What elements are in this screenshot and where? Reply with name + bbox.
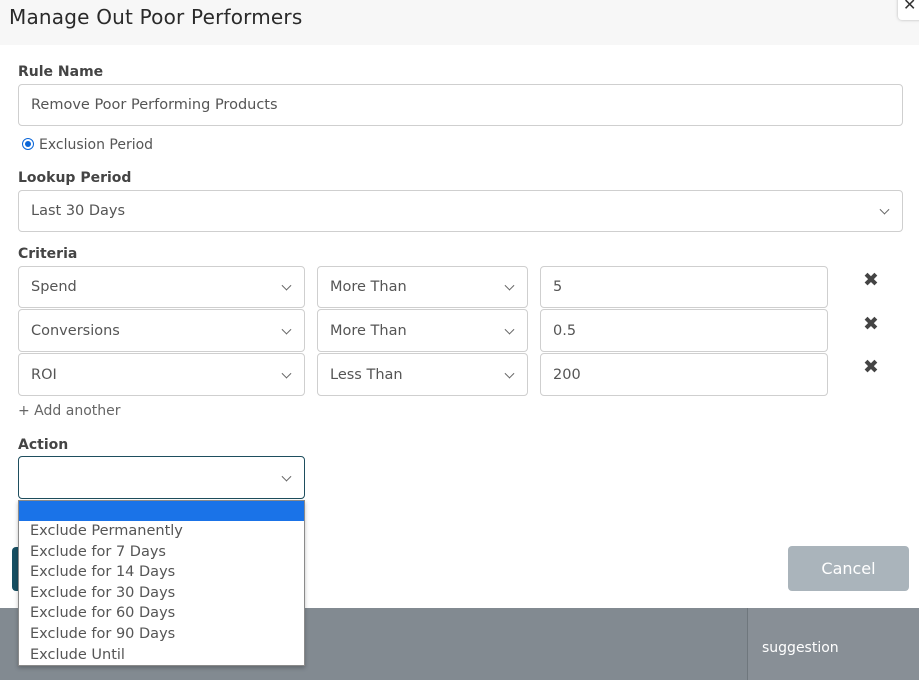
- rule-name-label: Rule Name: [18, 64, 104, 80]
- criteria-value-input[interactable]: 0.5: [540, 309, 828, 352]
- action-select[interactable]: [18, 456, 305, 499]
- chevron-down-icon: [281, 368, 292, 379]
- remove-criteria-icon[interactable]: ✖: [863, 314, 879, 334]
- lookup-period-label: Lookup Period: [18, 170, 132, 186]
- criteria-metric-select[interactable]: Conversions: [18, 309, 305, 352]
- remove-criteria-icon[interactable]: ✖: [863, 270, 879, 290]
- chevron-down-icon: [281, 324, 292, 335]
- modal-title: Manage Out Poor Performers: [9, 5, 303, 29]
- criteria-label: Criteria: [18, 246, 78, 262]
- chevron-down-icon: [504, 280, 515, 291]
- remove-criteria-icon[interactable]: ✖: [863, 357, 879, 377]
- action-option[interactable]: Exclude for 60 Days: [19, 603, 304, 624]
- criteria-value-input[interactable]: 5: [540, 266, 828, 308]
- exclusion-period-radio[interactable]: [22, 138, 34, 150]
- criteria-operator-select[interactable]: More Than: [317, 309, 528, 352]
- criteria-metric-select[interactable]: ROI: [18, 353, 305, 396]
- criteria-value-input[interactable]: 200: [540, 353, 828, 396]
- lookup-period-value: Last 30 Days: [31, 203, 126, 219]
- criteria-operator-select[interactable]: Less Than: [317, 353, 528, 396]
- chevron-down-icon: [504, 324, 515, 335]
- lookup-period-select[interactable]: Last 30 Days: [18, 190, 903, 232]
- criteria-metric-value: ROI: [31, 366, 57, 383]
- chevron-down-icon: [504, 368, 515, 379]
- rule-name-value: Remove Poor Performing Products: [31, 97, 278, 113]
- criteria-value: 200: [553, 366, 581, 383]
- criteria-operator-select[interactable]: More Than: [317, 266, 528, 308]
- criteria-metric-value: Spend: [31, 279, 77, 295]
- exclusion-period-label: Exclusion Period: [39, 137, 154, 153]
- add-another-link[interactable]: + Add another: [18, 403, 120, 419]
- criteria-value: 0.5: [553, 322, 577, 339]
- action-label: Action: [18, 437, 69, 453]
- chevron-down-icon: [281, 471, 292, 482]
- action-option[interactable]: Exclude for 14 Days: [19, 562, 304, 583]
- action-dropdown-list: Exclude Permanently Exclude for 7 Days E…: [18, 500, 305, 666]
- rule-name-input[interactable]: Remove Poor Performing Products: [18, 84, 903, 126]
- criteria-metric-value: Conversions: [31, 322, 120, 339]
- close-icon: ✕: [903, 0, 917, 14]
- close-button[interactable]: ✕: [898, 0, 919, 20]
- action-option-blank[interactable]: [19, 501, 304, 521]
- modal-header: Manage Out Poor Performers: [0, 0, 919, 45]
- cancel-button[interactable]: Cancel: [788, 546, 909, 591]
- action-option[interactable]: Exclude Permanently: [19, 521, 304, 542]
- background-table-cell-text: suggestion: [762, 640, 839, 656]
- criteria-operator-value: More Than: [330, 322, 407, 339]
- action-option[interactable]: Exclude for 90 Days: [19, 624, 304, 645]
- action-option[interactable]: Exclude Until: [19, 645, 304, 666]
- action-option[interactable]: Exclude for 7 Days: [19, 542, 304, 563]
- criteria-value: 5: [553, 279, 563, 295]
- criteria-metric-select[interactable]: Spend: [18, 266, 305, 308]
- chevron-down-icon: [879, 204, 890, 215]
- criteria-operator-value: Less Than: [330, 366, 403, 383]
- criteria-operator-value: More Than: [330, 279, 407, 295]
- action-option[interactable]: Exclude for 30 Days: [19, 583, 304, 604]
- chevron-down-icon: [281, 280, 292, 291]
